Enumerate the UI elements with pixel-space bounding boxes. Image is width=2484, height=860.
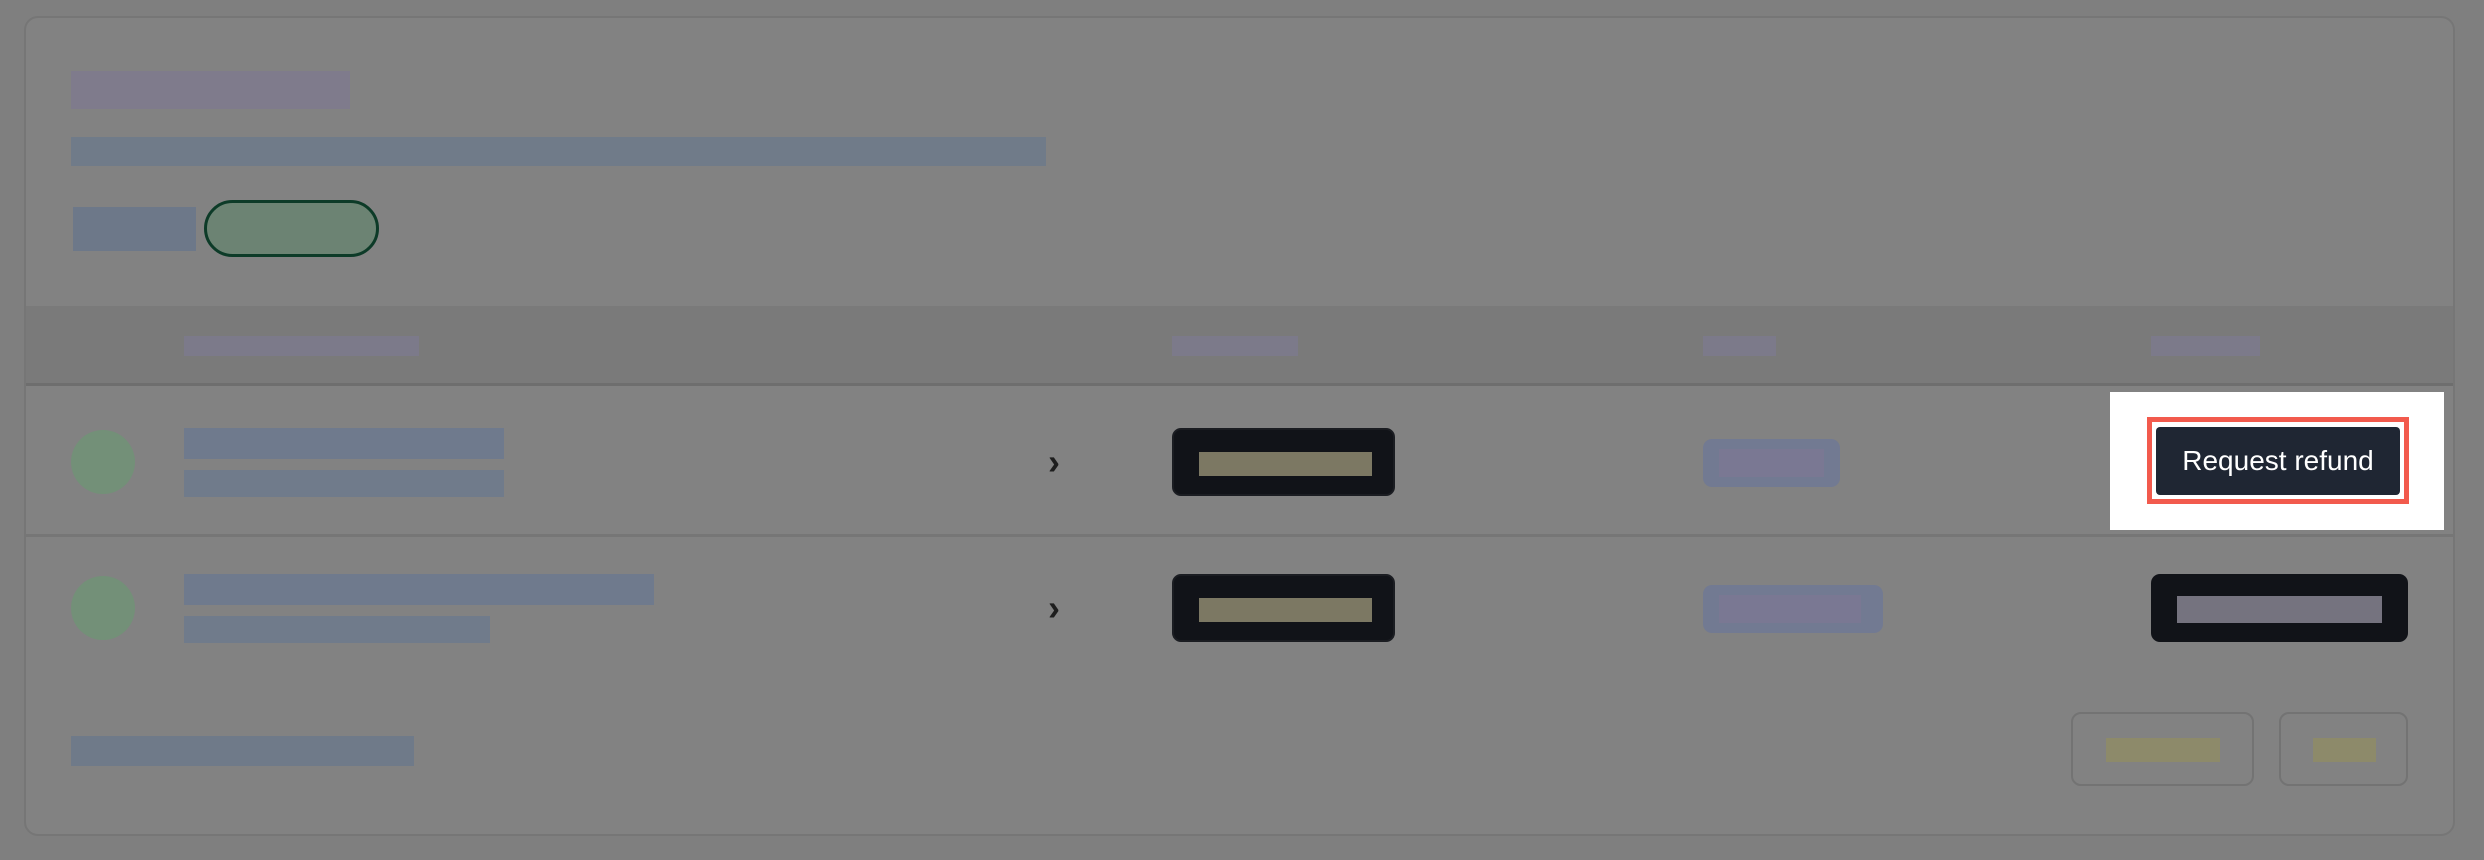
status-tag-fill: [1199, 452, 1372, 476]
column-header-action: [2151, 336, 2260, 356]
row-action-button[interactable]: [2151, 574, 2408, 642]
chevron-right-icon[interactable]: ›: [1042, 590, 1066, 626]
row-subtitle-placeholder: [184, 470, 504, 497]
action-button-fill: [2177, 596, 2382, 623]
row-status-tag: [1172, 428, 1395, 496]
request-refund-button[interactable]: Request refund: [2156, 427, 2400, 495]
amount-chip-fill: [1719, 595, 1861, 623]
row-amount-chip: [1703, 585, 1883, 633]
row-avatar: [71, 430, 135, 494]
next-page-label-placeholder: [2313, 738, 2376, 762]
status-tag-fill: [1199, 598, 1372, 622]
status-pill-placeholder: [204, 200, 379, 257]
row-subtitle-placeholder: [184, 616, 490, 643]
row-divider: [26, 534, 2453, 537]
row-status-tag: [1172, 574, 1395, 642]
row-amount-chip: [1703, 439, 1840, 487]
page-subtitle-placeholder: [71, 137, 1046, 166]
chevron-right-icon[interactable]: ›: [1042, 444, 1066, 480]
column-header-amount: [1703, 336, 1776, 356]
pagination-summary-placeholder: [71, 736, 414, 766]
column-header-item: [184, 336, 419, 356]
previous-page-button[interactable]: [2071, 712, 2254, 786]
column-header-status: [1172, 336, 1298, 356]
amount-chip-fill: [1719, 449, 1824, 477]
row-title-placeholder: [184, 574, 654, 605]
page-title-placeholder: [71, 71, 350, 109]
row-avatar: [71, 576, 135, 640]
filter-chip-placeholder: [73, 207, 196, 251]
previous-page-label-placeholder: [2106, 738, 2220, 762]
next-page-button[interactable]: [2279, 712, 2408, 786]
row-title-placeholder: [184, 428, 504, 459]
